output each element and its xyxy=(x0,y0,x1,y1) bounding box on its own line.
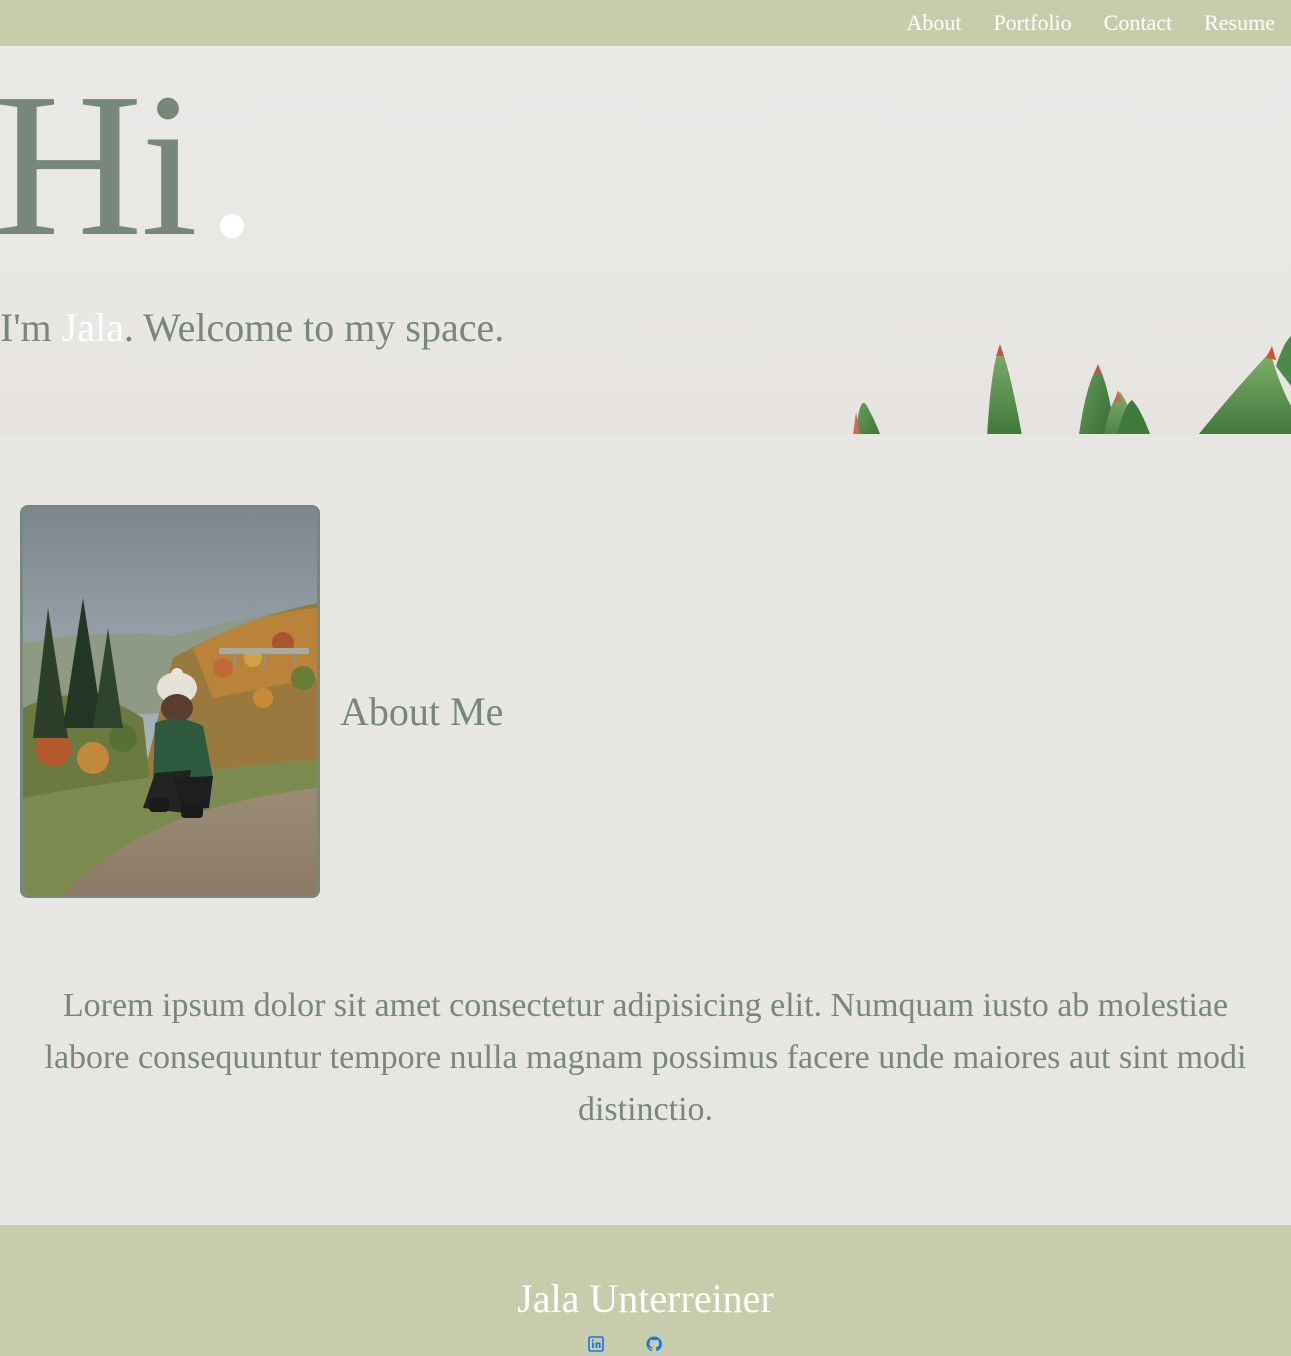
intro-suffix: . Welcome to my space. xyxy=(123,305,505,350)
intro-prefix: I'm xyxy=(0,305,62,350)
hero-intro: I'm Jala. Welcome to my space. xyxy=(0,304,504,352)
linkedin-link[interactable] xyxy=(588,1336,604,1352)
profile-photo xyxy=(20,505,320,898)
hero-dot xyxy=(220,214,244,238)
nav-link-resume[interactable]: Resume xyxy=(1204,0,1275,46)
top-navigation: About Portfolio Contact Resume xyxy=(0,0,1291,46)
footer-name: Jala Unterreiner xyxy=(517,1276,774,1321)
about-heading: About Me xyxy=(340,689,504,734)
nav-link-about[interactable]: About xyxy=(906,0,961,46)
profile-photo-image xyxy=(23,508,317,895)
site-footer: Jala Unterreiner xyxy=(0,1225,1291,1356)
nav-link-contact[interactable]: Contact xyxy=(1104,0,1172,46)
intro-name: Jala xyxy=(61,305,124,350)
github-link[interactable] xyxy=(646,1336,662,1352)
about-paragraph: Lorem ipsum dolor sit amet consectetur a… xyxy=(44,987,1247,1128)
hero-greeting: Hi xyxy=(0,50,198,279)
nav-link-portfolio[interactable]: Portfolio xyxy=(993,0,1071,46)
github-icon xyxy=(646,1336,662,1352)
linkedin-icon xyxy=(588,1336,604,1352)
hero-section: Hi I'm Jala. Welcome to my space. xyxy=(0,46,1291,434)
succulent-plant-image xyxy=(853,336,1291,434)
